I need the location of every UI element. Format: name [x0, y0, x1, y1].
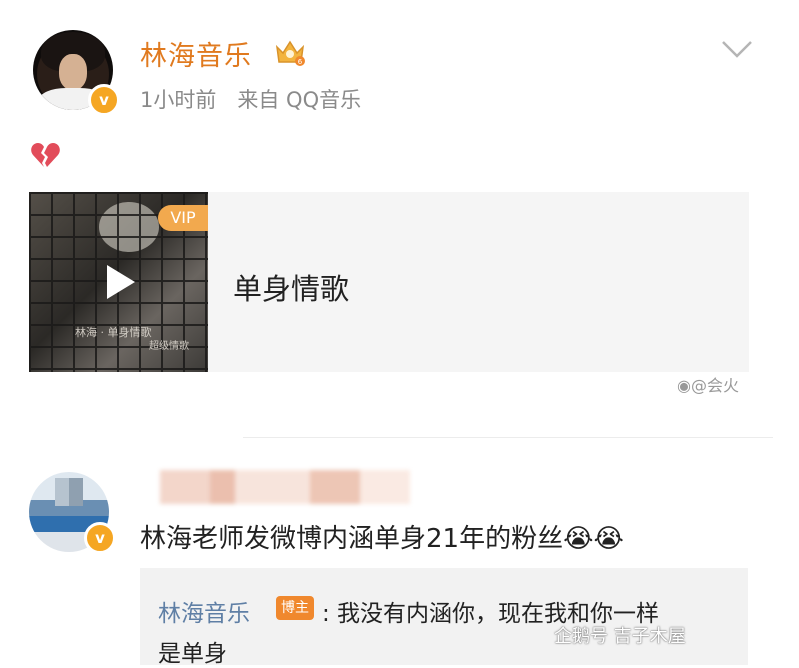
cover-caption: 林海 · 单身情歌: [75, 326, 152, 339]
reply-text-continued: 是单身: [158, 641, 227, 667]
song-title[interactable]: 单身情歌: [233, 266, 349, 308]
divider: [243, 437, 773, 438]
weibo-watermark-text: @会火: [690, 376, 739, 395]
author-name[interactable]: 林海音乐: [140, 34, 252, 73]
chevron-down-icon[interactable]: [720, 38, 754, 60]
play-icon[interactable]: [97, 260, 141, 304]
commenter-verified-badge-icon: v: [84, 522, 116, 554]
vip-badge: VIP: [158, 205, 208, 231]
album-cover[interactable]: VIP 林海 · 单身情歌 超级情歌: [29, 192, 208, 372]
comment-text: 林海老师发微博内涵单身21年的粉丝😭😭: [140, 524, 624, 554]
cover-caption-small: 超级情歌: [149, 341, 189, 352]
reply-box[interactable]: 林海音乐 博主 : 我没有内涵你，现在我和你一样 是单身: [140, 568, 748, 667]
commenter-name-blurred[interactable]: [160, 470, 410, 504]
weibo-watermark: ◉@会火: [677, 372, 739, 396]
penguin-watermark: 企鹅号 吉子木屋: [554, 626, 686, 647]
music-card[interactable]: VIP 林海 · 单身情歌 超级情歌 单身情歌: [29, 192, 749, 372]
weibo-logo-icon: ◉: [677, 376, 691, 395]
svg-text:6: 6: [298, 58, 303, 66]
broken-heart-icon: [31, 143, 60, 167]
reply-author[interactable]: 林海音乐: [158, 594, 250, 628]
verified-badge-icon: v: [88, 84, 120, 116]
post-meta: 1小时前 来自 QQ音乐: [140, 88, 362, 112]
blogger-badge: 博主: [276, 596, 314, 620]
crown-icon[interactable]: 6: [274, 37, 306, 67]
